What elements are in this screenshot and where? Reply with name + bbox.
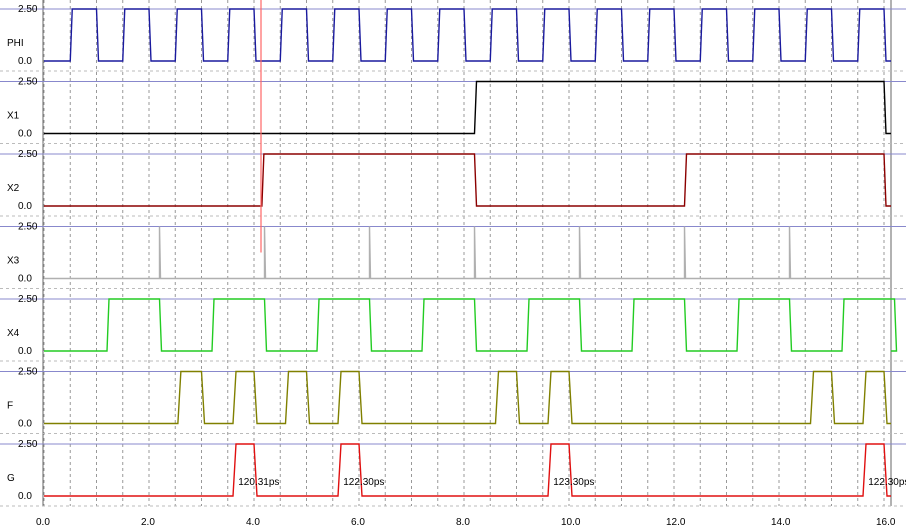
series-label: G: [7, 473, 15, 484]
x-tick-label: 10.0: [561, 517, 581, 528]
chart-background: [0, 0, 906, 528]
x-tick-label: 8.0: [456, 517, 470, 528]
x-tick-label: 14.0: [771, 517, 791, 528]
x-tick-label: 6.0: [351, 517, 365, 528]
x-tick-label: 2.0: [141, 517, 155, 528]
y-tick-label: 2.50: [18, 367, 38, 378]
series-label: X2: [7, 183, 20, 194]
y-tick-label: 0.0: [18, 491, 32, 502]
y-tick-label: 2.50: [18, 149, 38, 160]
y-tick-label: 2.50: [18, 222, 38, 233]
y-tick-label: 2.50: [18, 77, 38, 88]
y-tick-label: 0.0: [18, 129, 32, 140]
series-label: PHI: [7, 38, 24, 49]
delay-annotation: 122.30ps: [868, 477, 906, 488]
delay-annotation: 120.31ps: [238, 477, 279, 488]
x-tick-label: 16.0: [876, 517, 896, 528]
y-tick-label: 0.0: [18, 56, 32, 67]
y-tick-label: 0.0: [18, 201, 32, 212]
y-tick-label: 0.0: [18, 419, 32, 430]
waveform-chart: 2.50 0.0 PHI 2.50 0.0 X1 2.50 0.0 X2 2.50 0.0 X3 2.5…: [0, 0, 906, 528]
y-tick-label: 2.50: [18, 4, 38, 15]
y-tick-label: 0.0: [18, 346, 32, 357]
series-label: X1: [7, 111, 20, 122]
y-tick-label: 0.0: [18, 274, 32, 285]
x-tick-label: 4.0: [246, 517, 260, 528]
x-tick-label: 12.0: [666, 517, 686, 528]
x-tick-label: 0.0: [36, 517, 50, 528]
y-tick-label: 2.50: [18, 294, 38, 305]
series-label: X3: [7, 256, 20, 267]
y-tick-label: 2.50: [18, 439, 38, 450]
delay-annotation: 123.30ps: [553, 477, 594, 488]
series-label: F: [7, 401, 13, 412]
delay-annotation: 122.30ps: [343, 477, 384, 488]
series-label: X4: [7, 328, 20, 339]
